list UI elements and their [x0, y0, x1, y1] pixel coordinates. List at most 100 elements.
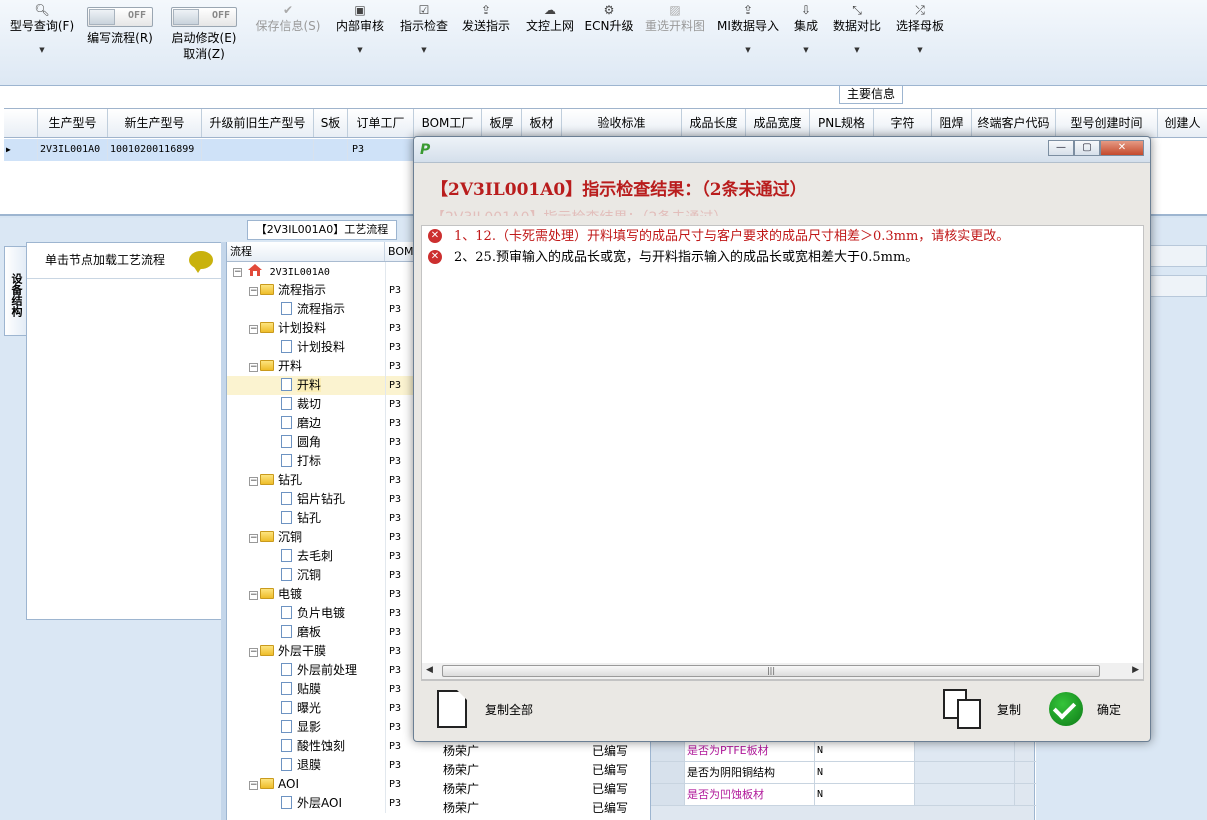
folder-icon: [260, 322, 274, 333]
tree-item[interactable]: 开料 P3: [227, 376, 416, 395]
mi-data-import-button[interactable]: ⇪ MI数据导入 ▼: [716, 0, 780, 54]
col-header[interactable]: 新生产型号: [108, 109, 202, 137]
collapse-icon[interactable]: −: [249, 287, 258, 296]
col-header[interactable]: 板厚: [482, 109, 522, 137]
main-info-tab[interactable]: 主要信息: [839, 86, 903, 104]
maximize-button[interactable]: ▢: [1074, 140, 1100, 156]
integrate-button[interactable]: ⇩ 集成 ▼: [788, 0, 824, 54]
tree-item[interactable]: 圆角 P3: [227, 433, 416, 452]
tree-folder[interactable]: − 外层干膜 P3: [227, 642, 416, 661]
col-header[interactable]: 成品宽度: [746, 109, 810, 137]
gear-icon: ⚙: [603, 3, 615, 17]
tree-item[interactable]: 打标 P3: [227, 452, 416, 471]
collapse-icon[interactable]: −: [249, 325, 258, 334]
tree-item[interactable]: 退膜 P3: [227, 756, 416, 775]
col-header[interactable]: 订单工厂: [348, 109, 414, 137]
tree-item[interactable]: 磨边 P3: [227, 414, 416, 433]
scrollbar-thumb[interactable]: |||: [442, 665, 1100, 677]
scroll-left-icon[interactable]: ◀: [426, 665, 433, 675]
tree-item[interactable]: 裁切 P3: [227, 395, 416, 414]
table-row[interactable]: 是否为凹蚀板材 N: [651, 784, 1036, 806]
horizontal-scrollbar[interactable]: ◀ ||| ▶: [421, 663, 1144, 680]
tree-folder[interactable]: − 沉铜 P3: [227, 528, 416, 547]
data-compare-button[interactable]: ⤡ 数据对比 ▼: [830, 0, 884, 54]
save-info-button[interactable]: ✔ 保存信息(S): [252, 0, 324, 34]
ecn-upgrade-button[interactable]: ⚙ ECN升级: [584, 0, 634, 34]
start-modify-toggle[interactable]: OFF 启动修改(E) 取消(Z): [166, 0, 242, 62]
copy-all-button[interactable]: 复制全部: [437, 681, 533, 737]
table-row[interactable]: 是否为PTFE板材 N: [651, 740, 1036, 762]
collapse-icon[interactable]: −: [249, 648, 258, 657]
tree-item[interactable]: 外层前处理 P3: [227, 661, 416, 680]
col-header[interactable]: 字符: [874, 109, 932, 137]
tree-folder[interactable]: − 电镀 P3: [227, 585, 416, 604]
write-flow-toggle[interactable]: OFF 编写流程(R): [82, 0, 158, 46]
tree-item[interactable]: 曝光 P3: [227, 699, 416, 718]
tree-item[interactable]: 去毛刺 P3: [227, 547, 416, 566]
ghost-text: 【2V3IL001A0】指示检查结果：（2条未通过）: [431, 207, 727, 216]
chevron-down-icon: ▼: [745, 46, 751, 54]
col-header[interactable]: 生产型号: [38, 109, 108, 137]
equipment-structure-tab[interactable]: 设备结构: [4, 246, 26, 336]
internal-review-button[interactable]: ▣ 内部审核 ▼: [332, 0, 388, 54]
tree-item[interactable]: 流程指示 P3: [227, 300, 416, 319]
table-row[interactable]: 是否为阴阳铜结构 N: [651, 762, 1036, 784]
tree-root[interactable]: − 2V3IL001A0: [227, 262, 416, 281]
col-header[interactable]: S板: [314, 109, 348, 137]
tree-item[interactable]: 外层AOI P3: [227, 794, 416, 813]
row-pointer-icon: ▶: [4, 139, 38, 161]
collapse-icon[interactable]: −: [249, 591, 258, 600]
doc-control-online-button[interactable]: ☁ 文控上网: [522, 0, 578, 34]
flow-tab[interactable]: 【2V3IL001A0】工艺流程: [247, 220, 397, 240]
scroll-right-icon[interactable]: ▶: [1132, 665, 1139, 675]
col-header[interactable]: 阻焊: [932, 109, 972, 137]
speech-bubble-icon[interactable]: [189, 251, 213, 273]
collapse-icon[interactable]: −: [249, 363, 258, 372]
tree-folder[interactable]: − 计划投料 P3: [227, 319, 416, 338]
tree-item[interactable]: 酸性蚀刻 P3: [227, 737, 416, 756]
tree-item[interactable]: 计划投料 P3: [227, 338, 416, 357]
minimize-button[interactable]: —: [1048, 140, 1074, 156]
send-instruction-button[interactable]: ⇪ 发送指示: [458, 0, 514, 34]
col-header[interactable]: 板材: [522, 109, 562, 137]
instruction-check-button[interactable]: ☑ 指示检查 ▼: [396, 0, 452, 54]
close-button[interactable]: ✕: [1100, 140, 1144, 156]
collapse-icon[interactable]: −: [249, 534, 258, 543]
col-header[interactable]: 成品长度: [682, 109, 746, 137]
cancel-button[interactable]: 取消(Z): [166, 46, 242, 62]
tree-folder[interactable]: − AOI P3: [227, 775, 416, 794]
col-header-bom[interactable]: BOM: [385, 242, 415, 261]
tree-item[interactable]: 铝片钻孔 P3: [227, 490, 416, 509]
tree-item[interactable]: 贴膜 P3: [227, 680, 416, 699]
list-item[interactable]: ✕ 1、12.（卡死需处理）开料填写的成品尺寸与客户要求的成品尺寸相差＞0.3m…: [422, 226, 1143, 247]
ok-button[interactable]: 确定: [1049, 681, 1121, 737]
list-item[interactable]: ✕ 2、25.预审输入的成品长或宽，与开料指示输入的成品长或宽相差大于0.5mm…: [422, 247, 1143, 268]
reselect-cutting-diagram-button[interactable]: ▨ 重选开料图: [641, 0, 709, 34]
model-query-button[interactable]: 🔍︎ 型号查询(F) ▼: [6, 0, 78, 54]
tree-item[interactable]: 钻孔 P3: [227, 509, 416, 528]
tree-item[interactable]: 沉铜 P3: [227, 566, 416, 585]
copy-button[interactable]: 复制: [943, 681, 1021, 737]
document-icon: [281, 397, 292, 410]
tree-item[interactable]: 显影 P3: [227, 718, 416, 737]
tree-folder[interactable]: − 钻孔 P3: [227, 471, 416, 490]
col-header[interactable]: 型号创建时间: [1056, 109, 1158, 137]
tree-folder[interactable]: − 流程指示 P3: [227, 281, 416, 300]
dialog-titlebar[interactable]: P — ▢ ✕: [414, 137, 1150, 163]
toggle-switch[interactable]: OFF: [171, 7, 237, 27]
col-header[interactable]: 升级前旧生产型号: [202, 109, 314, 137]
collapse-icon[interactable]: −: [233, 268, 242, 277]
col-header-flow[interactable]: 流程: [227, 242, 385, 261]
col-header[interactable]: BOM工厂: [414, 109, 482, 137]
tree-folder[interactable]: − 开料 P3: [227, 357, 416, 376]
col-header[interactable]: 创建人: [1158, 109, 1207, 137]
tree-item[interactable]: 磨板 P3: [227, 623, 416, 642]
toggle-switch[interactable]: OFF: [87, 7, 153, 27]
collapse-icon[interactable]: −: [249, 477, 258, 486]
collapse-icon[interactable]: −: [249, 781, 258, 790]
col-header[interactable]: PNL规格: [810, 109, 874, 137]
tree-item[interactable]: 负片电镀 P3: [227, 604, 416, 623]
col-header[interactable]: 验收标准: [562, 109, 682, 137]
col-header[interactable]: 终端客户代码: [972, 109, 1056, 137]
select-motherboard-button[interactable]: ⤮ 选择母板 ▼: [893, 0, 947, 54]
